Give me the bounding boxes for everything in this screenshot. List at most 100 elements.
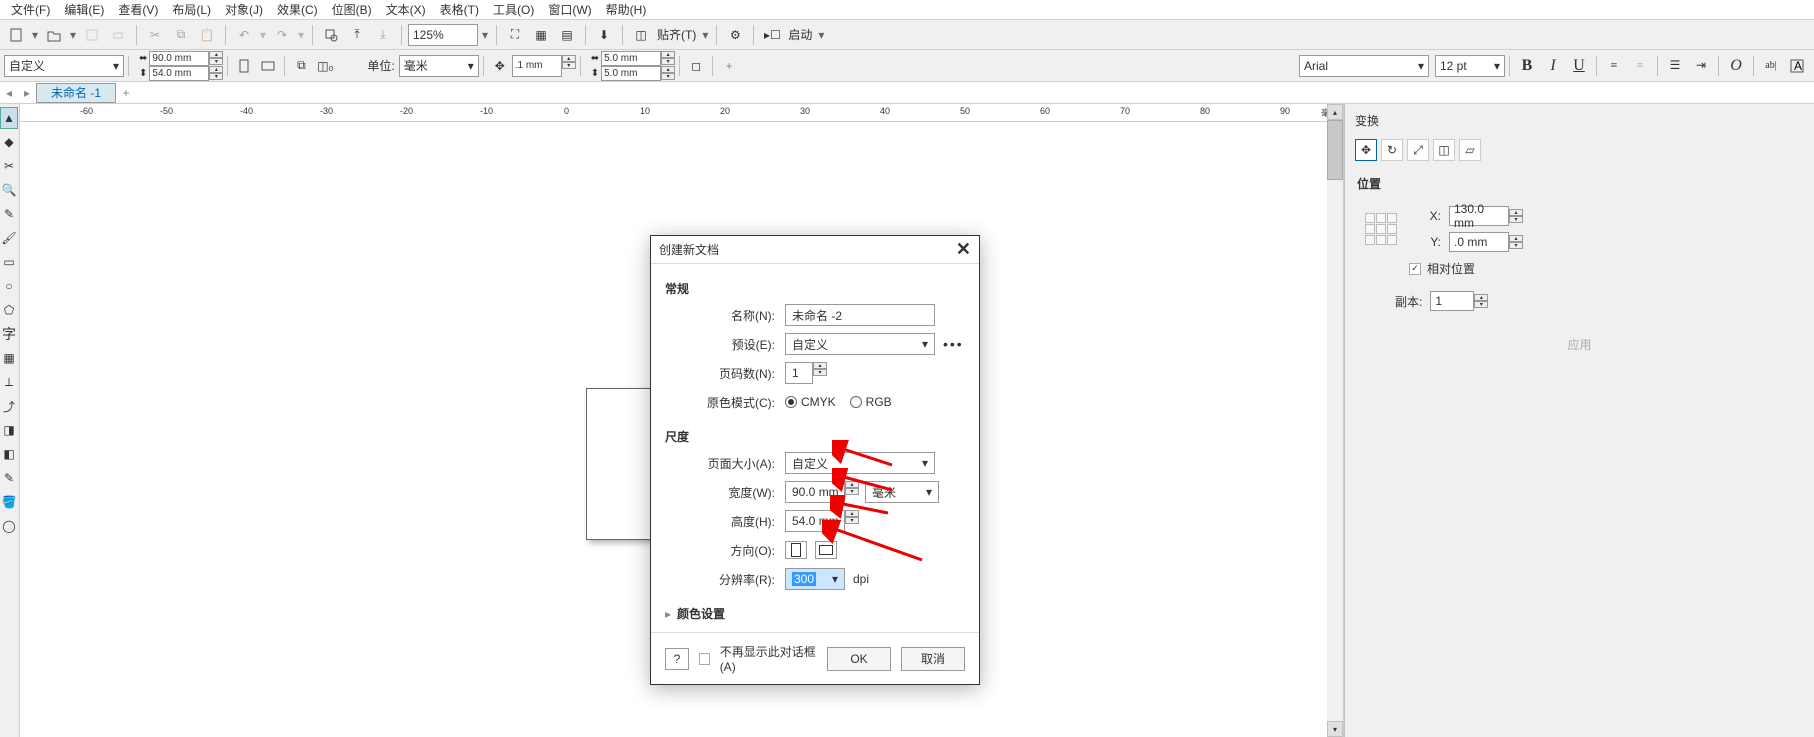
scrollbar-vertical[interactable]: ▴ ▾ [1327,104,1343,737]
new-button[interactable] [4,23,28,47]
menu-text[interactable]: 文本(X) [379,1,433,18]
preset-dropdown[interactable]: 自定义▾ [785,333,935,355]
artistic-media-tool[interactable]: 🖌 [0,227,18,249]
color-settings-expander[interactable]: ▸ 颜色设置 [665,605,965,622]
fill-tool[interactable]: 🪣 [0,491,18,513]
zoom-tool[interactable]: 🔍 [0,179,18,201]
menu-view[interactable]: 查看(V) [111,1,165,18]
width-up[interactable]: ▴ [209,51,223,58]
open-dropdown[interactable]: ▾ [68,23,78,47]
paste-button[interactable]: 📋 [195,23,219,47]
italic-button[interactable]: I [1540,55,1566,77]
x-input[interactable]: 130.0 mm [1449,206,1509,226]
menu-object[interactable]: 对象(J) [218,1,270,18]
print-button[interactable] [106,23,130,47]
orientation-portrait[interactable] [232,54,256,78]
relative-checkbox[interactable]: ✓ [1409,263,1421,275]
dimension-tool[interactable]: ⟂ [0,371,18,393]
orient-landscape[interactable] [815,541,837,559]
fontsize-dropdown[interactable]: 12 pt▾ [1435,55,1505,77]
freehand-tool[interactable]: ✎ [0,203,18,225]
text-tool[interactable]: 字 [0,323,18,345]
transparency-tool[interactable]: ◧ [0,443,18,465]
copies-input[interactable]: 1 [1430,291,1474,311]
height-up[interactable]: ▴ [209,66,223,73]
redo-button[interactable]: ↷ [270,23,294,47]
skew-tab[interactable]: ▱ [1459,139,1481,161]
add-icon[interactable]: + [717,54,741,78]
indent-button[interactable]: ⇥ [1688,55,1714,77]
pick-tool[interactable]: ▲ [0,107,18,129]
page-width-input[interactable]: 90.0 mm [149,51,209,66]
help-button[interactable]: ? [665,648,689,670]
position-tab[interactable]: ✥ [1355,139,1377,161]
zoom-dropdown[interactable]: ▾ [480,23,490,47]
font-dropdown[interactable]: Arial▾ [1299,55,1429,77]
width-down[interactable]: ▾ [209,58,223,65]
export-button[interactable]: ⤓ [371,23,395,47]
fullscreen-button[interactable]: ⛶ [503,23,527,47]
bold-button[interactable]: B [1514,55,1540,77]
all-pages-button[interactable]: ⧉ [289,54,313,78]
polygon-tool[interactable]: ⬠ [0,299,18,321]
treat-as-filled[interactable]: ◻ [684,54,708,78]
tab-prev[interactable]: ◂ [0,83,18,103]
shape-tool[interactable]: ◆ [0,131,18,153]
apply-button[interactable]: 应用 [1353,331,1806,357]
nudge-up[interactable]: ▴ [562,55,576,62]
launch-dropdown[interactable]: ▾ [816,23,826,47]
menu-tools[interactable]: 工具(O) [486,1,541,18]
copy-button[interactable]: ⧉ [169,23,193,47]
dialog-close[interactable]: ✕ [956,239,971,260]
import-button[interactable]: ⤒ [345,23,369,47]
menu-table[interactable]: 表格(T) [433,1,486,18]
table-tool[interactable]: ▦ [0,347,18,369]
underline-button[interactable]: U [1566,55,1592,77]
menu-edit[interactable]: 编辑(E) [57,1,111,18]
snap-label[interactable]: 贴齐(T) [655,26,698,43]
list-button[interactable]: ☰ [1662,55,1688,77]
cancel-button[interactable]: 取消 [901,647,965,671]
height-down[interactable]: ▾ [209,73,223,80]
scale-tab[interactable]: ⤢ [1407,139,1429,161]
new-dropdown[interactable]: ▾ [30,23,40,47]
show-rulers-button[interactable]: ▦ [529,23,553,47]
drop-shadow-tool[interactable]: ◨ [0,419,18,441]
launch-icon[interactable]: ▸☐ [760,23,784,47]
current-page-button[interactable]: ◫₀ [313,54,337,78]
tab-next[interactable]: ▸ [18,83,36,103]
scroll-thumb[interactable] [1327,120,1343,180]
rectangle-tool[interactable]: ▭ [0,251,18,273]
size-tab[interactable]: ◫ [1433,139,1455,161]
text-options-button[interactable]: A [1784,55,1810,77]
page-preset-dropdown[interactable]: 自定义▾ [4,55,124,77]
tab-doc1[interactable]: 未命名 -1 [36,83,116,103]
opentype-button[interactable]: O [1723,55,1749,77]
relative-checkbox-row[interactable]: ✓ 相对位置 [1353,260,1806,277]
align-dropdown[interactable]: ≡ [1627,55,1653,77]
zoom-input[interactable] [408,24,478,46]
noshow-checkbox[interactable] [699,653,710,665]
menu-layout[interactable]: 布局(L) [165,1,218,18]
cut-button[interactable]: ✂ [143,23,167,47]
outline-tool[interactable]: ◯ [0,515,18,537]
menu-window[interactable]: 窗口(W) [541,1,598,18]
dup-x-input[interactable]: 5.0 mm [601,51,661,66]
scroll-up[interactable]: ▴ [1327,104,1343,120]
snap-dropdown[interactable]: ▾ [700,23,710,47]
save-button[interactable] [80,23,104,47]
scroll-down[interactable]: ▾ [1327,721,1343,737]
menu-bitmap[interactable]: 位图(B) [325,1,379,18]
y-input[interactable]: .0 mm [1449,232,1509,252]
cmyk-radio[interactable] [785,396,797,408]
anchor-grid[interactable] [1365,213,1397,245]
options-button[interactable]: ⚙ [723,23,747,47]
unit-dropdown[interactable]: 毫米▾ [399,55,479,77]
rgb-radio[interactable] [850,396,862,408]
crop-tool[interactable]: ✂ [0,155,18,177]
show-grid-button[interactable]: ▤ [555,23,579,47]
resolution-input[interactable]: 300▾ [785,568,845,590]
snap-button[interactable]: ◫ [629,23,653,47]
connector-tool[interactable]: ⤴ [0,395,18,417]
launch-label[interactable]: 启动 [786,26,814,43]
